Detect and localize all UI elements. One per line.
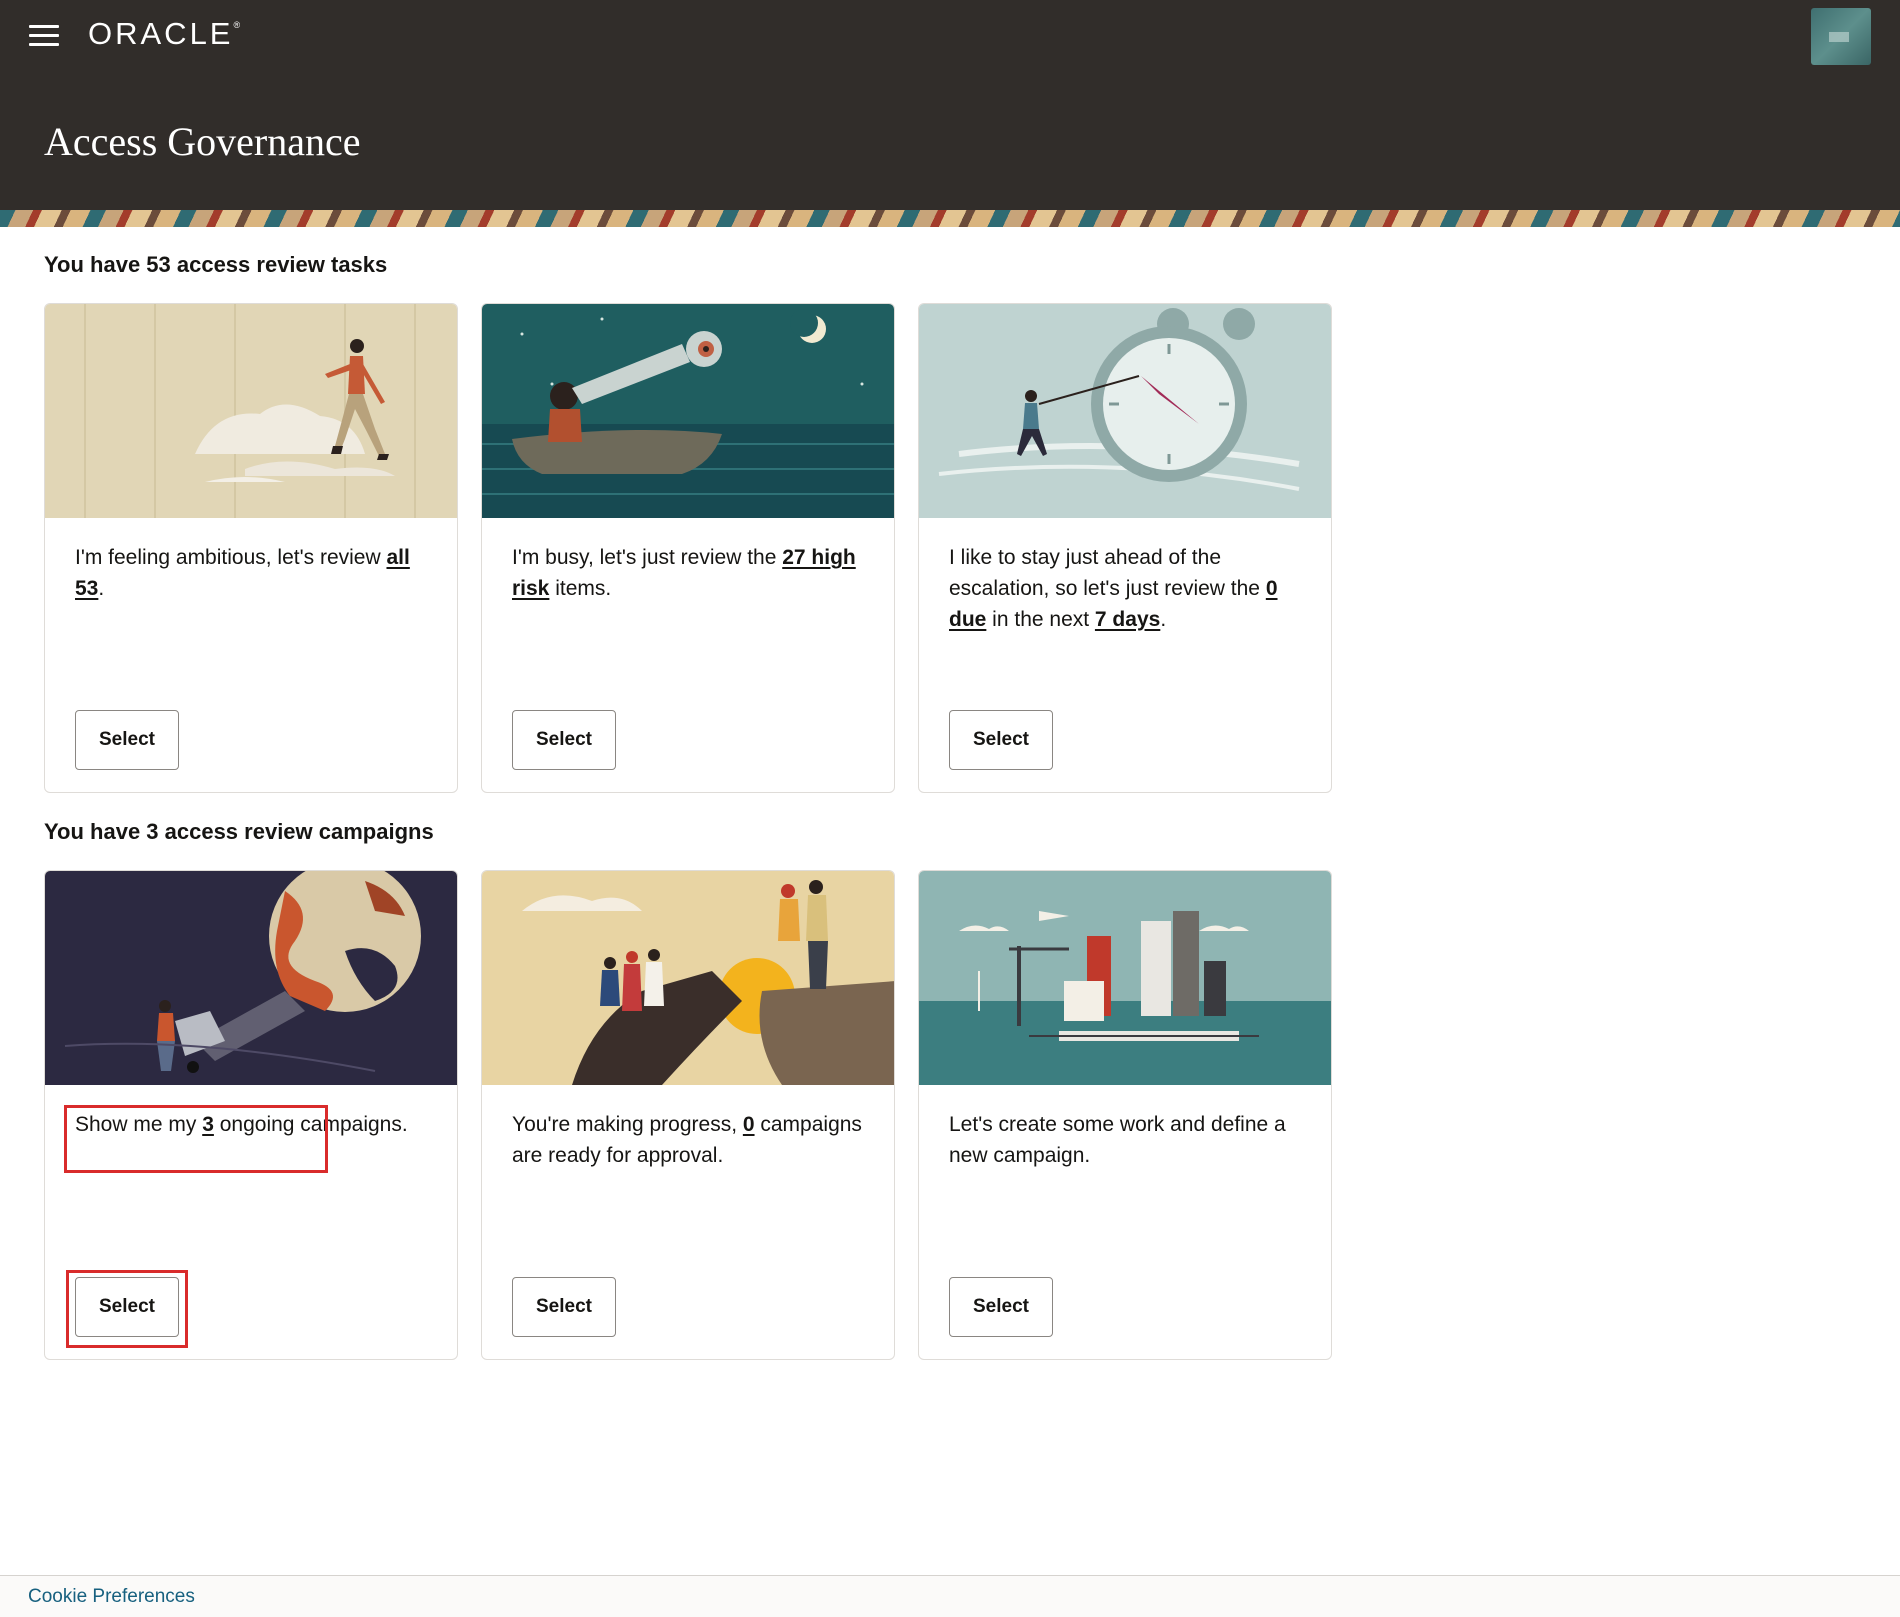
cookie-preferences-link[interactable]: Cookie Preferences (28, 1586, 195, 1608)
ongoing-campaigns-link[interactable]: 3 (202, 1113, 214, 1136)
campaign-card-approval: You're making progress, 0 campaigns are … (481, 870, 895, 1360)
campaign-card-text: Show me my 3 ongoing campaigns. (75, 1109, 431, 1140)
task-card-due: I like to stay just ahead of the escalat… (918, 303, 1332, 793)
task-card-text: I like to stay just ahead of the escalat… (949, 542, 1305, 635)
card-text-segment: . (1160, 608, 1167, 631)
select-high-risk-button[interactable]: Select (512, 710, 616, 770)
user-avatar-icon[interactable] (1811, 8, 1871, 65)
brand-mark: ® (233, 20, 241, 30)
select-all-tasks-button[interactable]: Select (75, 710, 179, 770)
card-text-segment: ongoing campaigns. (213, 1113, 408, 1136)
card-text-segment: in the next (986, 608, 1095, 631)
campaign-card-ongoing: Show me my 3 ongoing campaigns. Select (44, 870, 458, 1360)
brand-name: ORACLE (88, 16, 234, 51)
person-flashlight-planet-illustration (45, 871, 457, 1085)
card-text-segment: I'm feeling ambitious, let's review (75, 546, 387, 569)
tasks-heading: You have 53 access review tasks (44, 252, 388, 277)
decorative-banner (0, 210, 1900, 227)
campaign-card-new: Let's create some work and define a new … (918, 870, 1332, 1360)
oracle-logo[interactable]: ORACLE® (88, 16, 240, 52)
task-card-text: I'm feeling ambitious, let's review all … (75, 542, 431, 604)
card-text-segment: Show me my (75, 1113, 203, 1136)
person-climbing-clouds-illustration (45, 304, 457, 518)
select-due-tasks-button[interactable]: Select (949, 710, 1053, 770)
people-on-cliff-illustration (482, 871, 894, 1085)
approval-campaigns-link[interactable]: 0 (743, 1113, 755, 1136)
days-link[interactable]: 7 days (1095, 608, 1160, 631)
page-title: Access Governance (44, 119, 361, 164)
person-telescope-boat-illustration (482, 304, 894, 518)
select-approval-campaigns-button[interactable]: Select (512, 1277, 616, 1337)
card-text-segment: items. (549, 577, 612, 600)
card-text-segment: . (98, 577, 105, 600)
card-text-segment: I'm busy, let's just review the (512, 546, 783, 569)
card-text-segment: You're making progress, (512, 1113, 743, 1136)
app-header: ORACLE® Access Governance (0, 0, 1900, 210)
card-text-segment: I like to stay just ahead of the escalat… (949, 546, 1266, 600)
card-text-segment: Let's create some work and define a new … (949, 1113, 1286, 1167)
task-card-text: I'm busy, let's just review the 27 high … (512, 542, 868, 604)
select-new-campaign-button[interactable]: Select (949, 1277, 1053, 1337)
select-ongoing-campaigns-button[interactable]: Select (75, 1277, 179, 1337)
campaign-card-text: Let's create some work and define a new … (949, 1109, 1305, 1171)
campaigns-heading: You have 3 access review campaigns (44, 819, 434, 844)
page-footer: Cookie Preferences (0, 1575, 1900, 1617)
task-card-all: I'm feeling ambitious, let's review all … (44, 303, 458, 793)
city-skyline-illustration (919, 871, 1331, 1085)
person-pulling-clock-illustration (919, 304, 1331, 518)
task-card-high-risk: I'm busy, let's just review the 27 high … (481, 303, 895, 793)
hamburger-menu-icon[interactable] (29, 25, 59, 47)
campaign-card-text: You're making progress, 0 campaigns are … (512, 1109, 868, 1171)
